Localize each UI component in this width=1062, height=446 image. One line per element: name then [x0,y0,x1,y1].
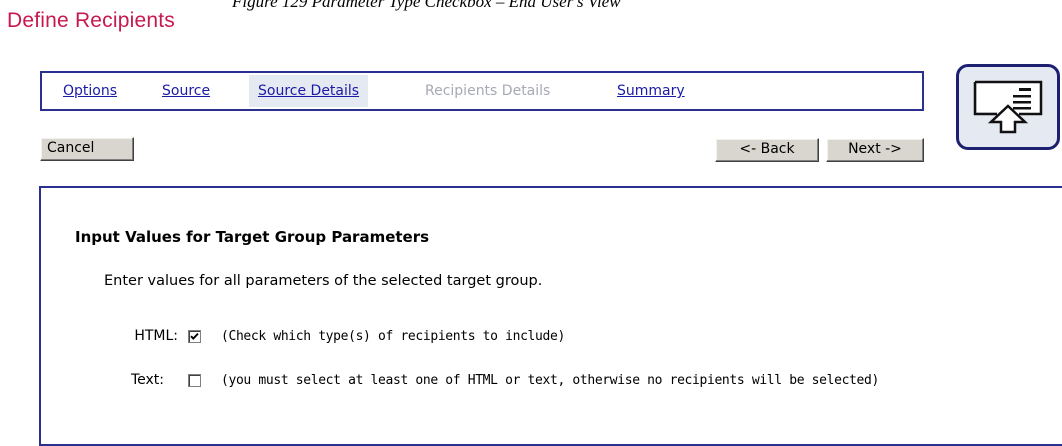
tab-recipients-details: Recipients Details [425,83,551,99]
cancel-button[interactable]: Cancel [40,137,134,161]
tab-source[interactable]: Source [153,75,219,107]
figure-caption: Figure 129 Parameter Type Checkbox – End… [232,0,621,11]
recipients-card-icon [969,74,1047,140]
html-field-note: (Check which type(s) of recipients to in… [221,329,565,344]
tab-options[interactable]: Options [54,75,126,107]
html-field-label: HTML: [134,328,178,344]
text-field-label: Text: [130,372,164,388]
tab-summary[interactable]: Summary [608,75,694,107]
form-heading: Input Values for Target Group Parameters [75,228,430,246]
checkmark-icon [190,332,199,340]
wizard-tab-bar: Options Source Source Details Recipients… [40,71,924,111]
next-button[interactable]: Next -> [826,138,924,162]
page-title: Define Recipients [7,9,175,32]
html-checkbox[interactable] [188,330,201,343]
text-checkbox[interactable] [188,374,201,387]
back-button[interactable]: <- Back [715,138,819,162]
recipients-logo [956,64,1060,150]
form-intro: Enter values for all parameters of the s… [104,273,543,289]
parameters-panel [39,186,1062,446]
tab-source-details[interactable]: Source Details [249,75,369,107]
text-field-note: (you must select at least one of HTML or… [221,373,879,388]
